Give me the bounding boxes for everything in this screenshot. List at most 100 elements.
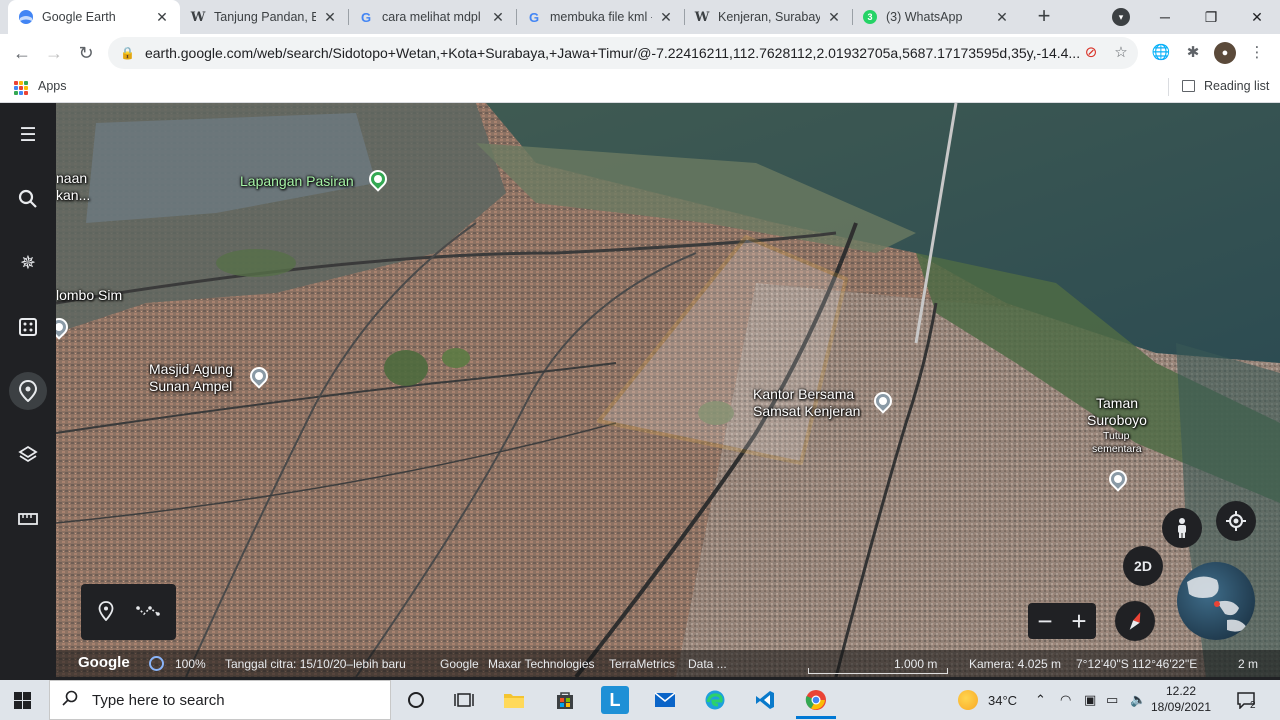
credit-terrametrics[interactable]: TerraMetrics <box>609 657 675 671</box>
translate-icon[interactable]: 🌐 <box>1150 42 1172 64</box>
tab-label: cara melihat mdpl d <box>382 10 484 24</box>
show-hidden-icons[interactable]: ⌃ <box>1035 680 1046 720</box>
url-text: earth.google.com/web/search/Sidotopo+Wet… <box>144 45 1081 61</box>
close-tab-icon[interactable]: ✕ <box>658 9 674 26</box>
notification-center-icon[interactable]: 2 <box>1236 680 1256 720</box>
back-button[interactable]: ← <box>10 41 34 65</box>
close-window-button[interactable]: ✕ <box>1234 0 1280 34</box>
reading-list-label: Reading list <box>1204 79 1270 93</box>
apps-link[interactable]: Apps <box>38 79 67 93</box>
meet-now-icon[interactable]: ▣ <box>1084 680 1096 720</box>
tab-cara-melihat[interactable]: G cara melihat mdpl d ✕ <box>348 0 516 34</box>
taskbar-search-box[interactable]: Type here to search <box>49 680 391 720</box>
credit-data[interactable]: Data ... <box>688 657 727 671</box>
reading-list-button[interactable]: Reading list <box>1182 79 1269 93</box>
menu-icon[interactable]: ☰ <box>12 119 44 151</box>
windows-start-icon[interactable] <box>14 692 31 709</box>
bookmark-star-icon[interactable]: ☆ <box>1110 42 1132 64</box>
cortana-icon[interactable] <box>402 686 430 714</box>
mail-icon[interactable] <box>651 686 679 714</box>
close-tab-icon[interactable]: ✕ <box>490 9 506 26</box>
credit-google[interactable]: Google <box>440 657 479 671</box>
app-l-icon[interactable]: L <box>601 686 629 714</box>
compass-icon[interactable] <box>1115 601 1155 641</box>
minimize-button[interactable]: ─ <box>1142 0 1188 34</box>
voyager-icon[interactable]: ✵ <box>12 247 44 279</box>
map-label-lombo-sim: lombo Sim <box>56 287 123 303</box>
tab-google-earth[interactable]: Google Earth ✕ <box>8 0 180 34</box>
chrome-icon[interactable] <box>802 686 830 714</box>
taskbar-clock[interactable]: 12.22 18/09/2021 <box>1150 683 1212 715</box>
loading-progress-icon <box>149 656 164 671</box>
map-label-sunan-ampel[interactable]: Sunan Ampel <box>149 378 232 394</box>
tab-kenjeran[interactable]: W Kenjeran, Surabaya ✕ <box>684 0 852 34</box>
close-tab-icon[interactable]: ✕ <box>994 9 1010 26</box>
apps-icon[interactable] <box>14 81 28 95</box>
map-label-suroboyo[interactable]: Suroboyo <box>1087 412 1147 428</box>
taskbar-search-placeholder: Type here to search <box>92 691 225 709</box>
battery-icon[interactable]: ▭ <box>1106 680 1118 720</box>
zoom-out-button[interactable]: − <box>1037 608 1052 634</box>
map-label-taman[interactable]: Taman <box>1096 395 1138 411</box>
edge-browser-icon[interactable] <box>701 686 729 714</box>
microsoft-store-icon[interactable] <box>551 686 579 714</box>
tab-label: membuka file kml - <box>550 10 652 24</box>
lock-icon[interactable]: 🔒 <box>120 46 135 60</box>
reload-button[interactable]: ↻ <box>74 41 98 65</box>
zoom-in-button[interactable]: + <box>1071 608 1086 634</box>
weather-widget[interactable]: 34°C <box>958 680 1017 720</box>
imagery-date[interactable]: Tanggal citra: 15/10/20–lebih baru <box>225 657 406 671</box>
address-bar[interactable]: 🔒 earth.google.com/web/search/Sidotopo+W… <box>108 37 1138 69</box>
tab-search-icon[interactable]: ▾ <box>1112 8 1130 26</box>
menu-kebab-icon[interactable]: ⋮ <box>1246 42 1268 64</box>
map-label-lapangan-pasiran[interactable]: Lapangan Pasiran <box>240 173 354 189</box>
earth-status-bar: Google 100% Tanggal citra: 15/10/20–lebi… <box>56 650 1280 677</box>
my-location-button[interactable] <box>1216 501 1256 541</box>
map-label-kantor-bersama[interactable]: Kantor Bersama <box>753 386 854 402</box>
close-tab-icon[interactable]: ✕ <box>154 9 170 26</box>
feeling-lucky-dice-icon[interactable] <box>12 311 44 343</box>
cursor-coordinates: 7°12'40"S 112°46'22"E <box>1076 657 1198 671</box>
satellite-imagery <box>56 103 1280 677</box>
projects-pin-icon[interactable] <box>9 372 47 410</box>
file-explorer-icon[interactable] <box>500 686 528 714</box>
task-view-icon[interactable] <box>450 686 478 714</box>
tab-tanjung-pandan[interactable]: W Tanjung Pandan, Be ✕ <box>180 0 348 34</box>
search-icon <box>62 690 78 711</box>
google-icon: G <box>360 9 372 25</box>
tab-label: Kenjeran, Surabaya <box>718 10 820 24</box>
wikipedia-icon: W <box>694 9 710 25</box>
street-view-pegman-icon[interactable] <box>1162 508 1202 548</box>
forward-button[interactable]: → <box>42 41 66 65</box>
map-label-samsat-kenjeran[interactable]: Samsat Kenjeran <box>753 403 860 419</box>
extensions-icon[interactable]: ✱ <box>1182 42 1204 64</box>
draw-path-icon[interactable] <box>136 604 160 623</box>
new-tab-button[interactable]: + <box>1032 5 1056 29</box>
credit-maxar[interactable]: Maxar Technologies <box>488 657 595 671</box>
tab-strip: Google Earth ✕ W Tanjung Pandan, Be ✕ G … <box>0 0 1280 34</box>
add-placemark-icon[interactable] <box>98 601 114 626</box>
search-icon[interactable] <box>12 183 44 215</box>
google-wordmark: Google <box>78 654 130 671</box>
map-label-masjid[interactable]: Masjid Agung <box>149 361 233 377</box>
toggle-2d-button[interactable]: 2D <box>1123 546 1163 586</box>
map-style-layers-icon[interactable] <box>12 439 44 471</box>
tab-membuka-kml[interactable]: G membuka file kml - ✕ <box>516 0 684 34</box>
globe-minimap[interactable] <box>1177 562 1255 640</box>
measure-ruler-icon[interactable] <box>12 503 44 535</box>
wifi-icon[interactable]: ◠ <box>1060 680 1071 720</box>
windows-taskbar: Type here to search L 34°C ⌃ ◠ ▣ ▭ 🔈 12.… <box>0 680 1280 720</box>
clock-time: 12.22 <box>1165 684 1197 698</box>
tab-whatsapp[interactable]: 3 (3) WhatsApp ✕ <box>852 0 1020 34</box>
close-tab-icon[interactable]: ✕ <box>826 9 842 26</box>
vscode-icon[interactable] <box>751 686 779 714</box>
earth-sidebar: ☰ ✵ <box>0 103 56 677</box>
temperature: 34°C <box>988 692 1018 708</box>
earth-map-view[interactable]: naan kan... Lapangan Pasiran lombo Sim M… <box>56 103 1280 677</box>
close-tab-icon[interactable]: ✕ <box>322 9 338 26</box>
restore-button[interactable]: ❐ <box>1188 0 1234 34</box>
volume-icon[interactable]: 🔈 <box>1130 680 1146 720</box>
blocked-popup-icon[interactable]: ⊘ <box>1080 42 1102 64</box>
profile-avatar[interactable]: ● <box>1214 42 1236 64</box>
tab-label: Google Earth <box>42 10 116 24</box>
